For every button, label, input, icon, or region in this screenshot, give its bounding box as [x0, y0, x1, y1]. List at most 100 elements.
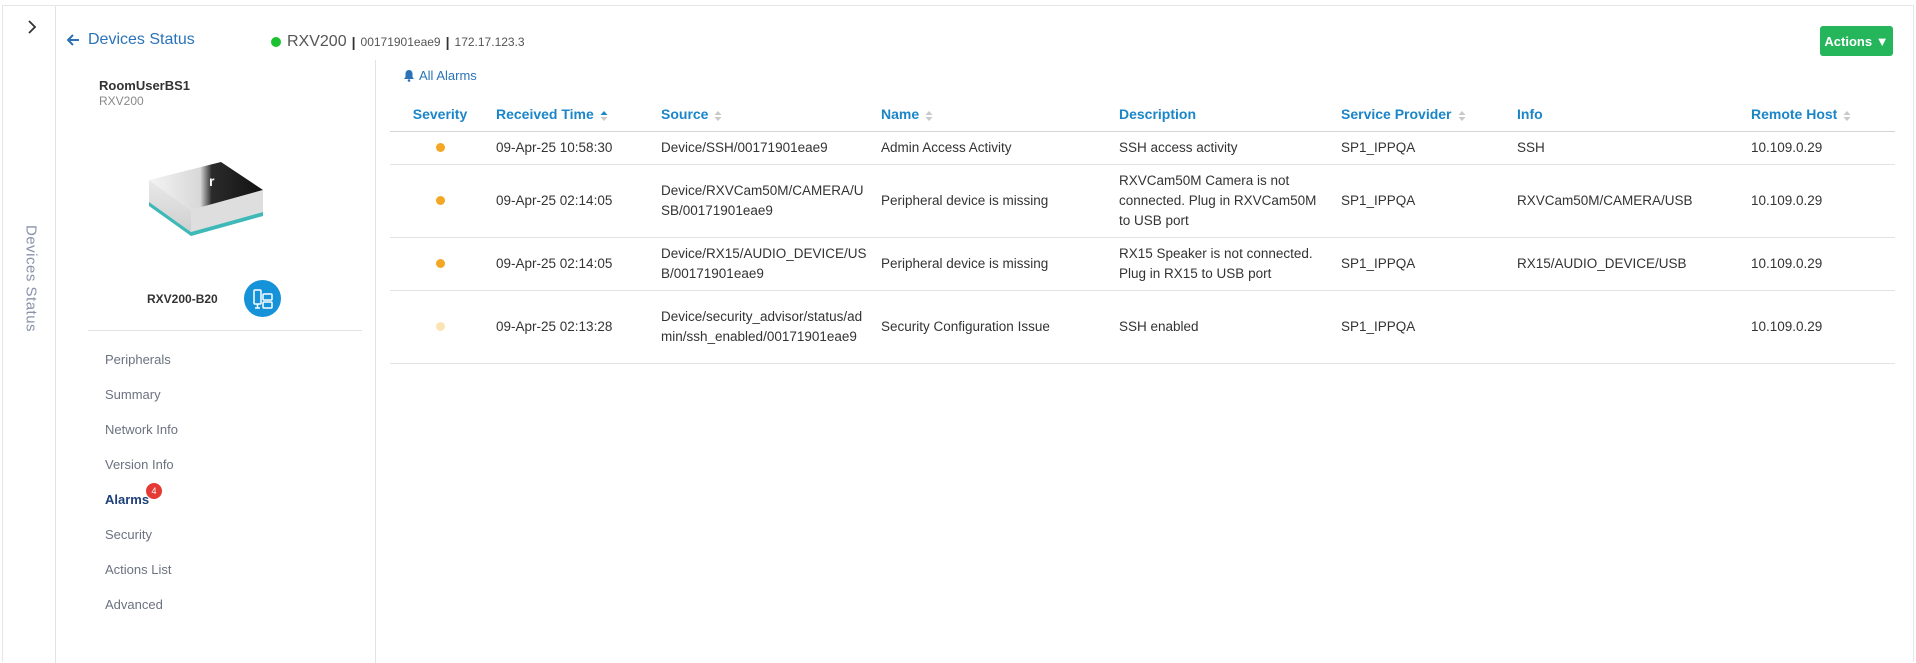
menu-item-network-info[interactable]: Network Info [105, 412, 178, 447]
received-time-cell: 09-Apr-25 10:58:30 [490, 131, 655, 165]
severity-icon [435, 196, 445, 205]
remote-host-cell: 10.109.0.29 [1745, 164, 1895, 238]
sort-asc-icon [600, 110, 608, 121]
source-cell: Device/SSH/00171901eae9 [655, 131, 875, 165]
collapsed-sidebar: Devices Status [3, 6, 56, 663]
all-alarms-label: All Alarms [419, 68, 477, 83]
received-time-cell: 09-Apr-25 02:14:05 [490, 164, 655, 238]
name-cell: Peripheral device is missing [875, 237, 1113, 291]
info-cell [1511, 290, 1745, 364]
menu-item-alarms[interactable]: Alarms 4 [105, 482, 178, 517]
column-header-info[interactable]: Info [1511, 98, 1745, 132]
sidebar-title[interactable]: Devices Status [11, 224, 51, 334]
service-provider-cell: SP1_IPPQA [1335, 131, 1511, 165]
bell-icon [404, 70, 414, 82]
table-row[interactable]: 09-Apr-25 02:13:28 Device/security_advis… [390, 290, 1895, 364]
source-cell: Device/RX15/AUDIO_DEVICE/USB/00171901eae… [655, 237, 875, 291]
name-cell: Admin Access Activity [875, 131, 1113, 165]
table-row[interactable]: 09-Apr-25 02:14:05 Device/RXVCam50M/CAME… [390, 164, 1895, 238]
menu-item-label: Alarms [105, 492, 150, 507]
menu-item-version-info[interactable]: Version Info [105, 447, 178, 482]
sort-icon [1843, 110, 1851, 121]
sort-icon [1458, 110, 1466, 121]
column-header-remote-host[interactable]: Remote Host [1745, 98, 1895, 132]
description-cell: SSH access activity [1113, 131, 1335, 165]
menu-item-security[interactable]: Security [105, 517, 178, 552]
table-row[interactable]: 09-Apr-25 10:58:30 Device/SSH/00171901ea… [390, 131, 1895, 165]
column-header-description[interactable]: Description [1113, 98, 1335, 132]
sort-icon [714, 110, 722, 121]
all-alarms-link[interactable]: All Alarms [403, 68, 477, 83]
sort-icon [925, 110, 933, 121]
peripherals-icon-button[interactable] [244, 280, 281, 317]
table-header-row: Severity Received Time Source Name Descr… [390, 98, 1895, 132]
device-menu: Peripherals Summary Network Info Version… [105, 342, 178, 622]
device-label: RXV200-B20 [147, 292, 218, 306]
column-header-name[interactable]: Name [875, 98, 1113, 132]
received-time-cell: 09-Apr-25 02:13:28 [490, 290, 655, 364]
arrow-left-icon [67, 34, 79, 46]
menu-item-label: Actions List [105, 562, 172, 577]
info-cell: SSH [1511, 131, 1745, 165]
name-cell: Peripheral device is missing [875, 164, 1113, 238]
actions-button[interactable]: Actions ▼ [1820, 26, 1893, 56]
remote-host-cell: 10.109.0.29 [1745, 290, 1895, 364]
service-provider-cell: SP1_IPPQA [1335, 237, 1511, 291]
menu-item-label: Network Info [105, 422, 178, 437]
column-header-source[interactable]: Source [655, 98, 875, 132]
back-link[interactable]: Devices Status [67, 31, 195, 49]
table-row[interactable]: 09-Apr-25 02:14:05 Device/RX15/AUDIO_DEV… [390, 237, 1895, 291]
service-provider-cell: SP1_IPPQA [1335, 164, 1511, 238]
description-cell: RX15 Speaker is not connected. Plug in R… [1113, 237, 1335, 291]
severity-cell [390, 290, 490, 364]
menu-item-summary[interactable]: Summary [105, 377, 178, 412]
severity-cell [390, 237, 490, 291]
menu-item-label: Security [105, 527, 152, 542]
svg-text:r: r [209, 173, 215, 189]
menu-item-peripherals[interactable]: Peripherals [105, 342, 178, 377]
separator: | [351, 34, 356, 50]
severity-cell [390, 164, 490, 238]
column-header-severity[interactable]: Severity [390, 98, 490, 132]
online-status-icon [271, 37, 281, 47]
app-frame: Devices Status Devices Status RXV200 | 0… [2, 5, 1914, 663]
menu-item-label: Summary [105, 387, 161, 402]
menu-item-label: Peripherals [105, 352, 171, 367]
menu-item-advanced[interactable]: Advanced [105, 587, 178, 622]
severity-icon [435, 143, 445, 152]
divider [88, 330, 362, 331]
remote-host-cell: 10.109.0.29 [1745, 237, 1895, 291]
source-cell: Device/RXVCam50M/CAMERA/USB/00171901eae9 [655, 164, 875, 238]
info-cell: RX15/AUDIO_DEVICE/USB [1511, 237, 1745, 291]
column-header-service-provider[interactable]: Service Provider [1335, 98, 1511, 132]
devices-icon [252, 288, 273, 309]
severity-icon [435, 259, 445, 268]
service-provider-cell: SP1_IPPQA [1335, 290, 1511, 364]
device-serial: 00171901eae9 [360, 35, 441, 49]
name-cell: Security Configuration Issue [875, 290, 1113, 364]
menu-item-actions-list[interactable]: Actions List [105, 552, 178, 587]
info-cell: RXVCam50M/CAMERA/USB [1511, 164, 1745, 238]
device-header: RXV200 | 00171901eae9 | 172.17.123.3 [271, 33, 525, 51]
back-label: Devices Status [88, 31, 195, 48]
device-side-panel: RoomUserBS1 RXV200 r RXV200-B20 Peripher… [56, 60, 376, 663]
alarm-count-badge: 4 [146, 483, 162, 499]
description-cell: RXVCam50M Camera is not connected. Plug … [1113, 164, 1335, 238]
column-header-received-time[interactable]: Received Time [490, 98, 655, 132]
room-name: RoomUserBS1 [99, 78, 191, 93]
separator: | [445, 34, 450, 50]
source-cell: Device/security_advisor/status/admin/ssh… [655, 290, 875, 364]
device-model: RXV200 [287, 33, 347, 50]
menu-item-label: Version Info [105, 457, 174, 472]
device-ip: 172.17.123.3 [454, 35, 525, 49]
device-image: r [149, 162, 263, 236]
menu-item-label: Advanced [105, 597, 163, 612]
chevron-right-icon[interactable] [21, 16, 43, 38]
severity-cell [390, 131, 490, 165]
room-model: RXV200 [99, 94, 144, 108]
severity-icon [435, 322, 445, 331]
alarms-table: Severity Received Time Source Name Descr… [390, 98, 1895, 364]
received-time-cell: 09-Apr-25 02:14:05 [490, 237, 655, 291]
remote-host-cell: 10.109.0.29 [1745, 131, 1895, 165]
description-cell: SSH enabled [1113, 290, 1335, 364]
